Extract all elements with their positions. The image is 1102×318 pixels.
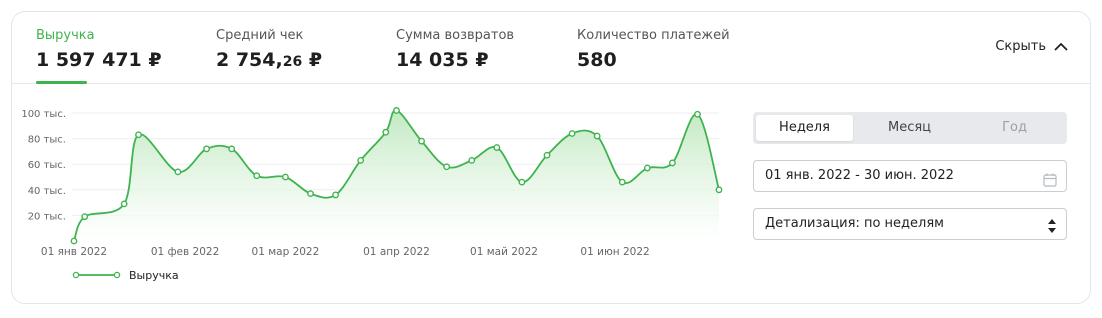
data-point[interactable] <box>282 173 289 181</box>
data-point[interactable] <box>332 191 339 199</box>
data-point[interactable] <box>643 164 651 172</box>
date-range-value: 01 янв. 2022 - 30 июн. 2022 <box>765 168 954 183</box>
metric-average-check[interactable]: Средний чек 2 754,26 ₽ <box>216 27 322 83</box>
y-tick-label: 20 тыс. <box>28 211 66 222</box>
legend-marker <box>72 271 80 279</box>
y-tick-label: 80 тыс. <box>28 135 66 146</box>
metric-refunds[interactable]: Сумма возвратов 14 035 ₽ <box>396 27 514 83</box>
data-point[interactable] <box>174 168 182 176</box>
data-point[interactable] <box>443 163 451 171</box>
data-point[interactable] <box>393 107 400 114</box>
x-tick-label: 01 янв 2022 <box>41 246 107 258</box>
hide-button-label: Скрыть <box>995 39 1046 54</box>
data-point[interactable] <box>253 172 261 180</box>
data-point[interactable] <box>307 190 314 198</box>
sort-arrows-icon <box>1047 216 1057 246</box>
metric-average-check-value: 2 754,26 ₽ <box>216 48 322 74</box>
metric-refunds-label: Сумма возвратов <box>396 28 515 43</box>
x-tick-label: 01 июн 2022 <box>580 246 649 258</box>
metrics-header: Выручка 1 597 471 ₽ Средний чек 2 754,26… <box>12 12 1090 84</box>
metric-average-check-int: 2 754, <box>216 49 283 71</box>
chart-area <box>74 110 719 241</box>
y-tick-label: 40 тыс. <box>28 186 66 197</box>
metric-average-check-label: Средний чек <box>216 28 304 43</box>
data-point[interactable] <box>135 131 142 139</box>
y-tick-label: 100 тыс. <box>21 109 66 120</box>
data-point[interactable] <box>418 137 425 145</box>
data-point[interactable] <box>669 159 676 167</box>
chevron-up-icon <box>1054 42 1068 51</box>
tab-year: Год <box>1002 120 1027 135</box>
detail-select-value: Детализация: по неделям <box>765 216 944 231</box>
metric-average-check-dec: 26 <box>282 54 303 70</box>
data-point[interactable] <box>382 128 390 136</box>
data-point[interactable] <box>694 110 701 118</box>
y-tick-label: 60 тыс. <box>28 160 66 171</box>
revenue-widget: Выручка 1 597 471 ₽ Средний чек 2 754,26… <box>11 11 1091 304</box>
x-tick-label: 01 май 2022 <box>470 246 538 258</box>
metric-revenue-value: 1 597 471 ₽ <box>36 49 162 71</box>
metric-revenue[interactable]: Выручка 1 597 471 ₽ <box>36 27 162 84</box>
date-range-field[interactable]: 01 янв. 2022 - 30 июн. 2022 <box>753 160 1067 192</box>
metric-payments-count-value: 580 <box>577 49 617 71</box>
data-point[interactable] <box>468 156 476 164</box>
data-point[interactable] <box>568 130 576 137</box>
data-point[interactable] <box>81 213 89 221</box>
data-point[interactable] <box>228 145 236 153</box>
data-point[interactable] <box>543 151 551 159</box>
legend-label: Выручка <box>129 269 179 282</box>
data-point[interactable] <box>120 200 128 208</box>
data-point[interactable] <box>70 237 78 245</box>
data-point[interactable] <box>715 186 723 194</box>
legend-marker <box>113 271 121 279</box>
data-point[interactable] <box>593 132 601 140</box>
metric-revenue-label: Выручка <box>36 28 95 43</box>
tab-month[interactable]: Месяц <box>861 115 958 141</box>
detail-select[interactable]: Детализация: по неделям <box>753 208 1067 240</box>
metric-average-check-currency: ₽ <box>302 49 323 71</box>
data-point[interactable] <box>357 156 365 164</box>
x-tick-label: 01 фев 2022 <box>151 246 219 258</box>
metric-refunds-value: 14 035 ₽ <box>396 49 489 71</box>
x-tick-label: 01 мар 2022 <box>252 246 320 258</box>
metric-payments-count-label: Количество платежей <box>577 28 730 43</box>
metric-payments-count[interactable]: Количество платежей 580 <box>577 27 730 83</box>
tab-week[interactable]: Неделя <box>756 115 853 141</box>
data-point[interactable] <box>518 178 526 186</box>
x-tick-label: 01 апр 2022 <box>363 246 430 258</box>
chart-legend[interactable]: Выручка <box>72 269 179 282</box>
data-point[interactable] <box>618 178 626 186</box>
period-switcher: Неделя Месяц Год <box>753 112 1067 144</box>
revenue-chart: 20 тыс. 40 тыс. 60 тыс. 80 тыс. 100 тыс. 01 … <box>21 107 723 282</box>
data-point[interactable] <box>203 145 210 153</box>
data-point[interactable] <box>493 144 501 151</box>
calendar-icon[interactable] <box>1043 169 1057 199</box>
hide-button[interactable]: Скрыть <box>995 39 1068 54</box>
